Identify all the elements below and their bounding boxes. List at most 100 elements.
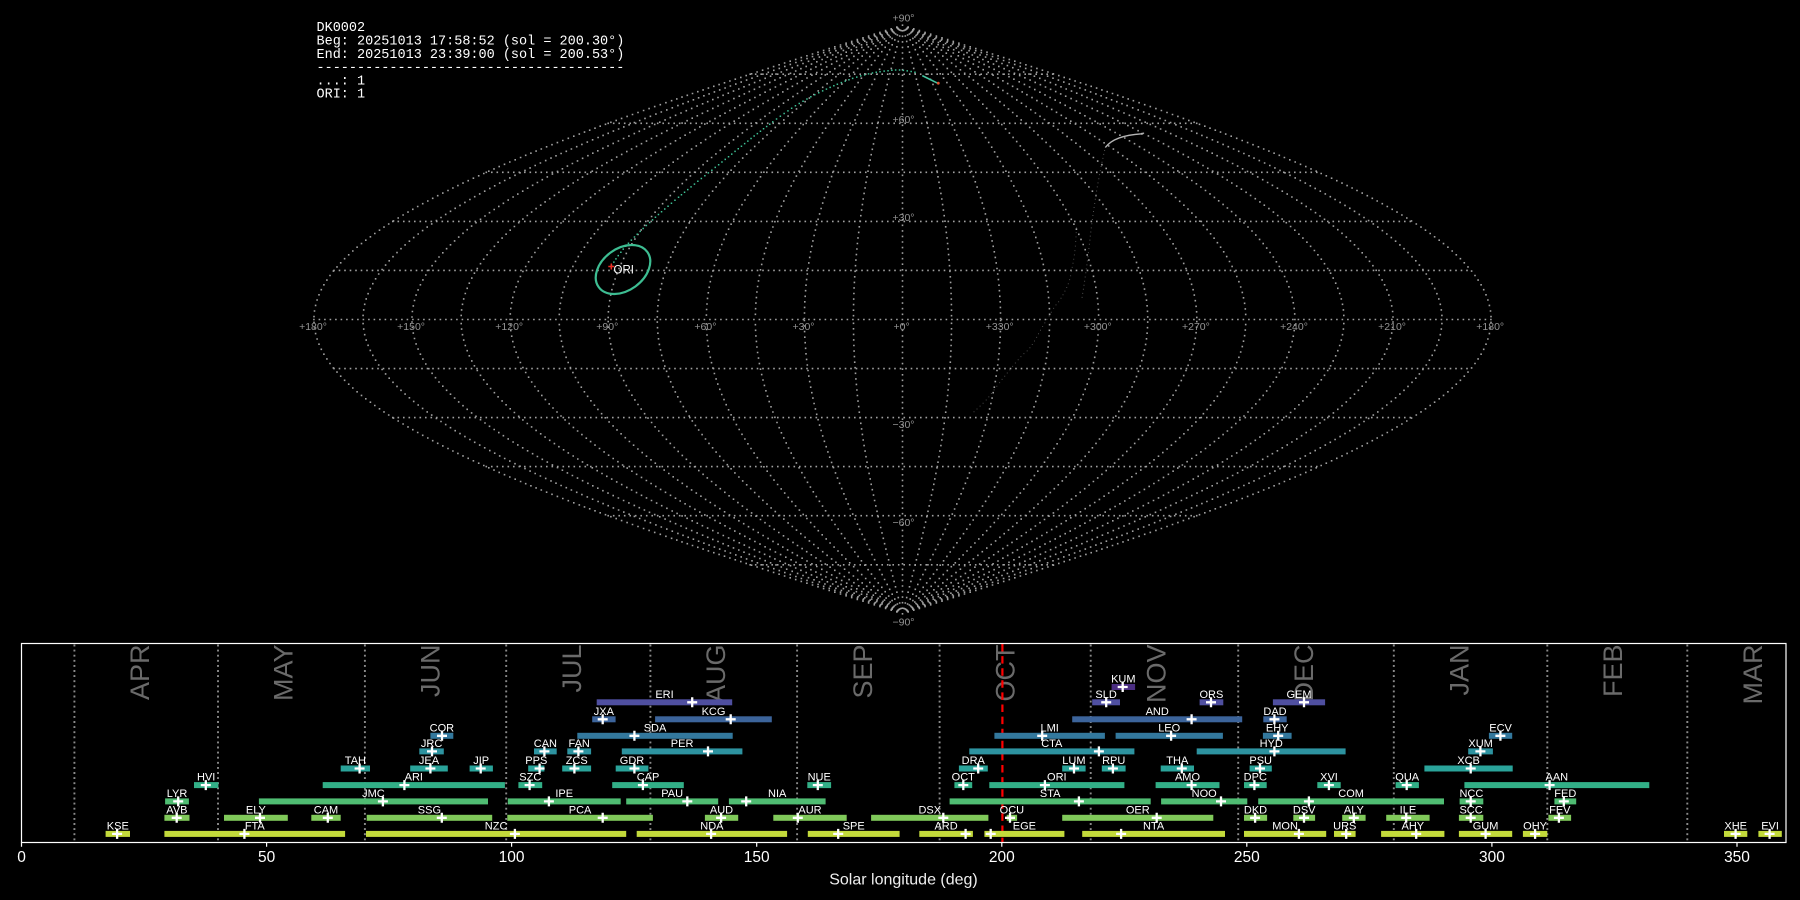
svg-text:+60°: +60° bbox=[694, 321, 716, 333]
svg-text:ELY: ELY bbox=[246, 804, 267, 816]
svg-text:PSU: PSU bbox=[1249, 755, 1272, 767]
svg-text:Solar longitude (deg): Solar longitude (deg) bbox=[829, 871, 978, 888]
svg-text:AUG: AUG bbox=[701, 645, 731, 704]
svg-text:NZC: NZC bbox=[485, 820, 508, 832]
svg-text:COR: COR bbox=[430, 722, 455, 734]
svg-text:JXA: JXA bbox=[594, 706, 615, 718]
svg-text:+270°: +270° bbox=[1182, 321, 1210, 333]
svg-text:OCT: OCT bbox=[990, 645, 1020, 702]
svg-text:NOV: NOV bbox=[1141, 645, 1171, 704]
svg-text:IPE: IPE bbox=[555, 788, 573, 800]
svg-text:0: 0 bbox=[17, 849, 26, 866]
svg-text:−30°: −30° bbox=[892, 419, 914, 431]
svg-text:+60°: +60° bbox=[892, 114, 914, 126]
svg-text:SSG: SSG bbox=[418, 804, 441, 816]
svg-text:+30°: +30° bbox=[792, 321, 814, 333]
svg-text:FED: FED bbox=[1554, 788, 1576, 800]
svg-text:ORS: ORS bbox=[1199, 689, 1223, 701]
svg-text:DPC: DPC bbox=[1244, 772, 1267, 784]
svg-text:COM: COM bbox=[1338, 788, 1364, 800]
svg-text:FTA: FTA bbox=[245, 820, 266, 832]
svg-text:JRC: JRC bbox=[421, 738, 442, 750]
svg-text:ALY: ALY bbox=[1344, 804, 1365, 816]
svg-text:EGE: EGE bbox=[1013, 820, 1036, 832]
svg-text:AUR: AUR bbox=[798, 804, 821, 816]
svg-text:NTA: NTA bbox=[1143, 820, 1165, 832]
svg-text:+240°: +240° bbox=[1280, 321, 1308, 333]
svg-text:AND: AND bbox=[1146, 706, 1169, 718]
svg-text:EVI: EVI bbox=[1761, 820, 1779, 832]
svg-text:JMC: JMC bbox=[362, 788, 385, 800]
svg-text:TAH: TAH bbox=[345, 755, 366, 767]
svg-text:NOO: NOO bbox=[1192, 788, 1218, 800]
svg-text:NCC: NCC bbox=[1459, 788, 1483, 800]
svg-text:XVI: XVI bbox=[1320, 772, 1338, 784]
svg-text:URS: URS bbox=[1333, 820, 1356, 832]
svg-text:50: 50 bbox=[258, 849, 276, 866]
svg-text:DAD: DAD bbox=[1263, 706, 1286, 718]
svg-text:CTA: CTA bbox=[1041, 738, 1063, 750]
svg-text:FEB: FEB bbox=[1598, 645, 1628, 698]
svg-text:KUM: KUM bbox=[1111, 674, 1135, 686]
svg-text:AMO: AMO bbox=[1175, 772, 1201, 784]
svg-text:300: 300 bbox=[1479, 849, 1505, 866]
svg-text:NIA: NIA bbox=[768, 788, 787, 800]
svg-text:200: 200 bbox=[989, 849, 1015, 866]
svg-text:OCU: OCU bbox=[1000, 804, 1025, 816]
svg-text:PCA: PCA bbox=[569, 804, 592, 816]
svg-text:MAR: MAR bbox=[1738, 645, 1768, 705]
svg-text:350: 350 bbox=[1724, 849, 1750, 866]
svg-text:OER: OER bbox=[1126, 804, 1150, 816]
svg-text:−90°: −90° bbox=[892, 617, 914, 629]
svg-text:+150°: +150° bbox=[397, 321, 425, 333]
svg-text:CAP: CAP bbox=[637, 772, 660, 784]
svg-text:HYD: HYD bbox=[1260, 738, 1283, 750]
svg-text:+180°: +180° bbox=[1476, 321, 1504, 333]
svg-text:ORI: ORI bbox=[1047, 772, 1067, 784]
svg-text:150: 150 bbox=[744, 849, 770, 866]
svg-text:+300°: +300° bbox=[1084, 321, 1112, 333]
svg-text:MAY: MAY bbox=[269, 645, 299, 702]
svg-text:GEM: GEM bbox=[1286, 689, 1311, 701]
svg-text:ARD: ARD bbox=[934, 820, 957, 832]
svg-text:+90°: +90° bbox=[892, 13, 914, 25]
svg-text:ERI: ERI bbox=[655, 689, 673, 701]
svg-text:ZCS: ZCS bbox=[566, 755, 588, 767]
svg-text:AAN: AAN bbox=[1545, 772, 1568, 784]
svg-text:ARI: ARI bbox=[405, 772, 423, 784]
svg-text:JUL: JUL bbox=[557, 645, 587, 693]
svg-text:CAN: CAN bbox=[534, 738, 557, 750]
svg-text:SZC: SZC bbox=[519, 772, 541, 784]
svg-text:EHY: EHY bbox=[1266, 722, 1289, 734]
svg-text:DKD: DKD bbox=[1244, 804, 1267, 816]
svg-text:AHY: AHY bbox=[1401, 820, 1424, 832]
svg-text:XCB: XCB bbox=[1457, 755, 1480, 767]
svg-text:SLD: SLD bbox=[1095, 689, 1116, 701]
svg-text:SPE: SPE bbox=[843, 820, 865, 832]
svg-text:GUM: GUM bbox=[1473, 820, 1499, 832]
svg-text:+330°: +330° bbox=[986, 321, 1014, 333]
svg-text:+210°: +210° bbox=[1378, 321, 1406, 333]
svg-text:PER: PER bbox=[671, 738, 694, 750]
svg-text:DSX: DSX bbox=[918, 804, 941, 816]
svg-text:+180°: +180° bbox=[299, 321, 327, 333]
svg-text:LUM: LUM bbox=[1062, 755, 1085, 767]
svg-text:JAN: JAN bbox=[1445, 645, 1475, 696]
svg-text:KCG: KCG bbox=[702, 706, 726, 718]
svg-text:GDR: GDR bbox=[620, 755, 645, 767]
svg-text:+120°: +120° bbox=[495, 321, 523, 333]
svg-text:DSV: DSV bbox=[1293, 804, 1316, 816]
svg-text:AUD: AUD bbox=[710, 804, 733, 816]
svg-text:LEO: LEO bbox=[1158, 722, 1180, 734]
svg-text:250: 250 bbox=[1234, 849, 1260, 866]
svg-text:NUE: NUE bbox=[808, 772, 831, 784]
svg-text:OCT: OCT bbox=[952, 772, 976, 784]
svg-text:FAN: FAN bbox=[568, 738, 589, 750]
svg-text:+0°: +0° bbox=[894, 321, 910, 333]
svg-text:PAU: PAU bbox=[661, 788, 683, 800]
svg-text:LMI: LMI bbox=[1041, 722, 1059, 734]
svg-text:SCC: SCC bbox=[1459, 804, 1482, 816]
svg-text:PPS: PPS bbox=[525, 755, 547, 767]
svg-text:FEV: FEV bbox=[1549, 804, 1571, 816]
svg-text:JIP: JIP bbox=[473, 755, 489, 767]
